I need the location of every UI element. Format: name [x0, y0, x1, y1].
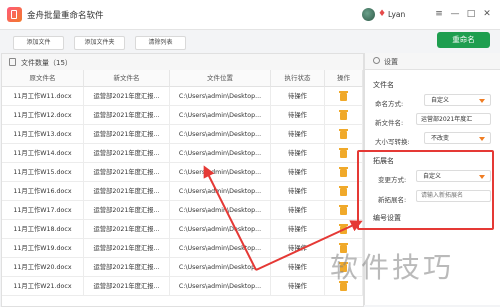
cell-original-name: 11月工作W17.docx: [2, 201, 84, 220]
cell-location: C:\Users\admin\Desktop...: [170, 220, 271, 239]
minimize-button[interactable]: —: [449, 8, 461, 20]
cell-new-name: 运营部2021年度汇报...: [84, 182, 170, 201]
cell-status: 待操作: [271, 163, 325, 182]
cell-original-name: 11月工作W14.docx: [2, 144, 84, 163]
app-title: 金舟批量重命名软件: [27, 11, 104, 21]
annotation-highlight-box: [357, 150, 494, 230]
naming-mode-label: 命名方式:: [375, 100, 404, 108]
maximize-button[interactable]: □: [465, 8, 477, 20]
cell-status: 待操作: [271, 239, 325, 258]
trash-icon[interactable]: [339, 91, 348, 101]
trash-icon[interactable]: [339, 167, 348, 177]
cell-new-name: 运营部2021年度汇报...: [84, 163, 170, 182]
file-list-panel: 文件数量（15） 原文件名 新文件名 文件位置 执行状态 操作 11月工作W11…: [1, 53, 364, 307]
document-icon: [9, 58, 16, 66]
add-file-button[interactable]: 添加文件: [13, 36, 64, 50]
settings-title: 设置: [384, 58, 398, 66]
gear-icon: [373, 57, 380, 64]
cell-original-name: 11月工作W21.docx: [2, 277, 84, 296]
close-button[interactable]: ✕: [481, 8, 493, 20]
cell-location: C:\Users\admin\Desktop...: [170, 239, 271, 258]
rename-button[interactable]: 重命名: [437, 32, 490, 48]
cell-new-name: 运营部2021年度汇报...: [84, 239, 170, 258]
column-header-location[interactable]: 文件位置: [170, 70, 271, 87]
cell-original-name: 11月工作W20.docx: [2, 258, 84, 277]
cell-original-name: 11月工作W16.docx: [2, 182, 84, 201]
trash-icon[interactable]: [339, 205, 348, 215]
case-conversion-select[interactable]: 不改变: [424, 132, 491, 144]
naming-mode-value: 自定义: [431, 97, 450, 104]
cell-action: [325, 125, 363, 144]
user-name[interactable]: Lyan: [388, 10, 405, 19]
case-conversion-value: 不改变: [431, 135, 450, 142]
cell-original-name: 11月工作W13.docx: [2, 125, 84, 144]
cell-original-name: 11月工作W11.docx: [2, 87, 84, 106]
column-header-action: 操作: [325, 70, 363, 87]
trash-icon[interactable]: [339, 224, 348, 234]
cell-location: C:\Users\admin\Desktop...: [170, 144, 271, 163]
cell-new-name: 运营部2021年度汇报...: [84, 87, 170, 106]
cell-original-name: 11月工作W12.docx: [2, 106, 84, 125]
cell-status: 待操作: [271, 87, 325, 106]
cell-location: C:\Users\admin\Desktop...: [170, 182, 271, 201]
settings-header: 设置: [365, 53, 500, 70]
title-bar: 金舟批量重命名软件 ♦ Lyan ≡ — □ ✕: [0, 0, 500, 30]
cell-new-name: 运营部2021年度汇报...: [84, 201, 170, 220]
file-list-header: 文件数量（15）: [2, 54, 363, 71]
trash-icon[interactable]: [339, 129, 348, 139]
cell-location: C:\Users\admin\Desktop...: [170, 201, 271, 220]
cell-location: C:\Users\admin\Desktop...: [170, 87, 271, 106]
cell-status: 待操作: [271, 182, 325, 201]
cell-status: 待操作: [271, 277, 325, 296]
file-count: 文件数量（15）: [21, 59, 72, 67]
cell-original-name: 11月工作W15.docx: [2, 163, 84, 182]
cell-action: [325, 106, 363, 125]
cell-status: 待操作: [271, 106, 325, 125]
column-header-original-name[interactable]: 原文件名: [2, 70, 84, 87]
menu-icon[interactable]: ≡: [433, 8, 445, 20]
section-file-name: 文件名: [373, 81, 394, 89]
trash-icon[interactable]: [339, 110, 348, 120]
column-header-status[interactable]: 执行状态: [271, 70, 325, 87]
cell-action: [325, 87, 363, 106]
cell-location: C:\Users\admin\Desktop...: [170, 163, 271, 182]
user-avatar[interactable]: [362, 8, 375, 21]
naming-mode-select[interactable]: 自定义: [424, 94, 491, 106]
cell-status: 待操作: [271, 258, 325, 277]
cell-location: C:\Users\admin\Desktop...: [170, 106, 271, 125]
cell-new-name: 运营部2021年度汇报...: [84, 125, 170, 144]
new-filename-label: 新文件名:: [375, 119, 404, 127]
cell-status: 待操作: [271, 201, 325, 220]
cell-original-name: 11月工作W19.docx: [2, 239, 84, 258]
case-conversion-label: 大小写转换:: [375, 138, 410, 146]
cell-location: C:\Users\admin\Desktop...: [170, 277, 271, 296]
watermark-text: 软件技巧: [330, 251, 455, 284]
cell-status: 待操作: [271, 220, 325, 239]
cell-new-name: 运营部2021年度汇报...: [84, 106, 170, 125]
app-logo-icon: [7, 7, 22, 22]
cell-status: 待操作: [271, 144, 325, 163]
cell-original-name: 11月工作W18.docx: [2, 220, 84, 239]
clear-list-button[interactable]: 清除列表: [135, 36, 186, 50]
trash-icon[interactable]: [339, 186, 348, 196]
cell-new-name: 运营部2021年度汇报...: [84, 258, 170, 277]
add-folder-button[interactable]: 添加文件夹: [74, 36, 125, 50]
cell-location: C:\Users\admin\Desktop...: [170, 125, 271, 144]
cell-status: 待操作: [271, 125, 325, 144]
vip-diamond-icon: ♦: [378, 9, 387, 19]
cell-location: C:\Users\admin\Desktop...: [170, 258, 271, 277]
cell-new-name: 运营部2021年度汇报...: [84, 220, 170, 239]
column-header-new-name[interactable]: 新文件名: [84, 70, 170, 87]
cell-new-name: 运营部2021年度汇报...: [84, 277, 170, 296]
new-filename-input[interactable]: 运营部2021年度汇: [416, 113, 491, 125]
trash-icon[interactable]: [339, 148, 348, 158]
cell-new-name: 运营部2021年度汇报...: [84, 144, 170, 163]
